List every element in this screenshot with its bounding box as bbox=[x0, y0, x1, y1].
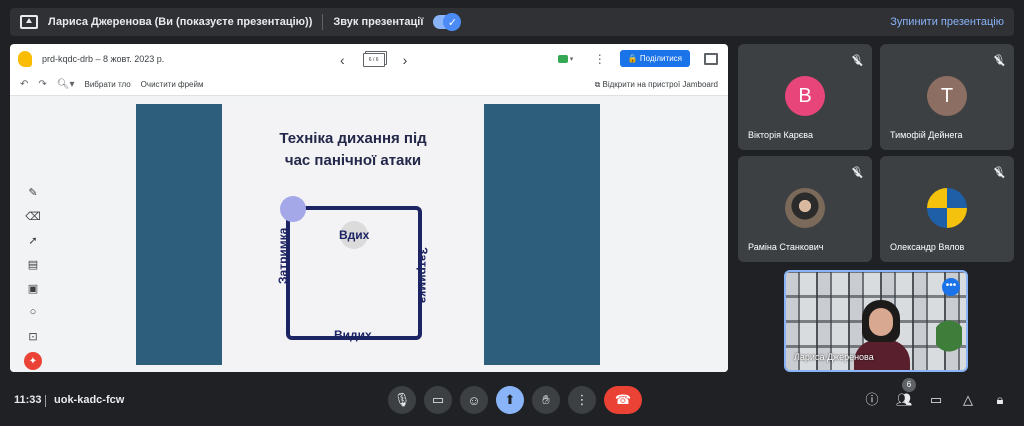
person-face bbox=[869, 308, 893, 336]
mic-off-icon: 🎙︎ bbox=[992, 167, 1006, 178]
plant-decoration bbox=[936, 312, 962, 370]
jamboard-logo-icon bbox=[18, 51, 32, 67]
slide-title: Техніка дихання під час панічної атаки bbox=[222, 128, 484, 172]
sticky-note-icon[interactable]: ▤ bbox=[25, 256, 41, 272]
participant-name: Вікторія Карєва bbox=[748, 130, 813, 140]
open-on-jamboard-button[interactable]: ⧉ Відкрити на пристрої Jamboard bbox=[595, 80, 718, 90]
meeting-controls-bar: 11:33 uok-kadc-fcw 🎙︎ ▭ ☺ ⬆ ✋︎ ⋮ ☎ 6 ⓘ 👥… bbox=[0, 378, 1024, 426]
self-name: Лариса Джеренова bbox=[794, 352, 874, 362]
text-box-icon[interactable]: ⊡ bbox=[25, 328, 41, 344]
mic-off-icon: 🎙︎ bbox=[850, 167, 864, 178]
side-panel-controls: ⓘ 👥︎ ▭ △ 🔒︎ bbox=[864, 392, 1008, 408]
undo-icon[interactable]: ↶ bbox=[20, 79, 28, 90]
avatar-photo bbox=[785, 188, 825, 228]
participant-tile[interactable]: 🎙︎ Раміна Станкович bbox=[738, 156, 872, 262]
open-on-jamboard-label: Відкрити на пристрої Jamboard bbox=[602, 79, 718, 89]
meeting-code: uok-kadc-fcw bbox=[54, 394, 125, 406]
stop-presenting-button[interactable]: Зупинити презентацію bbox=[890, 16, 1004, 28]
mic-off-icon: 🎙︎ bbox=[992, 55, 1006, 66]
previous-frame-chevron-icon[interactable]: ‹ bbox=[340, 52, 345, 68]
mic-off-icon: 🎙︎ bbox=[850, 55, 864, 66]
jamboard-frame: Техніка дихання під час панічної атаки В… bbox=[136, 104, 600, 365]
presenting-title: Лариса Джеренова (Ви (показуєте презента… bbox=[48, 16, 313, 28]
slide-title-line2: час панічної атаки bbox=[284, 152, 422, 169]
label-inhale: Вдих bbox=[339, 228, 370, 242]
pen-icon[interactable]: ✎ bbox=[25, 184, 41, 200]
redo-icon[interactable]: ↷ bbox=[38, 79, 46, 90]
board-frames-icon[interactable] bbox=[704, 52, 718, 65]
presentation-sound-label: Звук презентації bbox=[333, 16, 424, 28]
laser-icon[interactable]: ✦ bbox=[24, 352, 42, 370]
participant-name: Олександр Вялов bbox=[890, 242, 965, 252]
meet-present-chip[interactable]: ▾ bbox=[557, 52, 580, 66]
frame-navigation: ‹ 6 / 6 › bbox=[340, 52, 407, 68]
next-frame-chevron-icon[interactable]: › bbox=[403, 52, 408, 68]
participant-tile[interactable]: 🎙︎ В Вікторія Карєва bbox=[738, 44, 872, 150]
people-icon[interactable]: 👥︎ bbox=[896, 392, 913, 408]
clock: 11:33 bbox=[14, 394, 42, 406]
check-icon: ✓ bbox=[443, 13, 462, 31]
avatar: В bbox=[785, 76, 825, 116]
avatar-photo bbox=[927, 188, 967, 228]
participant-tile[interactable]: 🎙︎ Олександр Вялов bbox=[880, 156, 1014, 262]
participant-tile[interactable]: 🎙︎ Т Тимофій Дейнега bbox=[880, 44, 1014, 150]
frame-indicator[interactable]: 6 / 6 bbox=[362, 53, 385, 67]
clear-frame-button[interactable]: Очистити фрейм bbox=[141, 80, 204, 89]
slide-sheet: Техніка дихання під час панічної атаки В… bbox=[222, 104, 484, 365]
jamboard-toolbar: ↶ ↷ 🔍︎▾ Вибрати тло Очистити фрейм ⧉ Від… bbox=[10, 74, 728, 96]
divider bbox=[45, 395, 46, 407]
raise-hand-button[interactable]: ✋︎ bbox=[532, 386, 560, 414]
breathing-marker-dot bbox=[280, 196, 306, 222]
image-icon[interactable]: ▣ bbox=[25, 280, 41, 296]
avatar: Т bbox=[927, 76, 967, 116]
jamboard-canvas[interactable]: ✎ ⌫ ➚ ▤ ▣ ○ ⊡ ✦ Техніка дихання під час … bbox=[10, 96, 728, 372]
shared-jamboard: prd-kqdc-drb – 8 жовт. 2023 р. ‹ 6 / 6 ›… bbox=[10, 44, 728, 372]
document-title[interactable]: prd-kqdc-drb – 8 жовт. 2023 р. bbox=[42, 54, 164, 64]
slide-title-line1: Техніка дихання під bbox=[279, 130, 427, 147]
select-icon[interactable]: ➚ bbox=[25, 232, 41, 248]
set-background-button[interactable]: Вибрати тло bbox=[85, 80, 131, 89]
presentation-sound-toggle[interactable]: ✓ bbox=[433, 13, 462, 31]
more-options-icon[interactable]: ••• bbox=[942, 278, 960, 296]
presenting-bar: Лариса Джеренова (Ви (показуєте презента… bbox=[10, 8, 1014, 36]
host-controls-icon[interactable]: 🔒︎ bbox=[992, 392, 1008, 408]
jamboard-header-actions: ▾ ⋮ 🔒 Поділитися bbox=[557, 50, 718, 67]
label-exhale: Видих bbox=[334, 328, 372, 342]
activities-icon[interactable]: △ bbox=[960, 392, 976, 408]
more-options-button[interactable]: ⋮ bbox=[568, 386, 596, 414]
drawing-tools: ✎ ⌫ ➚ ▤ ▣ ○ ⊡ ✦ bbox=[18, 184, 48, 370]
participant-name: Тимофій Дейнега bbox=[890, 130, 963, 140]
divider bbox=[322, 14, 324, 30]
meet-camera-icon bbox=[557, 54, 568, 63]
chat-icon[interactable]: ▭ bbox=[928, 392, 944, 408]
participant-name: Раміна Станкович bbox=[748, 242, 824, 252]
zoom-icon[interactable]: 🔍︎▾ bbox=[57, 79, 75, 90]
circle-shape-icon[interactable]: ○ bbox=[25, 304, 41, 320]
microphone-button[interactable]: 🎙︎ bbox=[388, 386, 416, 414]
participants-count-badge: 6 bbox=[902, 378, 916, 392]
camera-button[interactable]: ▭ bbox=[424, 386, 452, 414]
share-button[interactable]: 🔒 Поділитися bbox=[619, 50, 690, 67]
meeting-info-icon[interactable]: ⓘ bbox=[864, 392, 880, 408]
self-view-tile[interactable]: ••• Лариса Джеренова bbox=[784, 270, 968, 372]
label-hold-left: Затримка bbox=[276, 227, 290, 284]
eraser-icon[interactable]: ⌫ bbox=[25, 208, 41, 224]
label-hold-right: Затримка bbox=[416, 247, 430, 304]
present-now-button[interactable]: ⬆ bbox=[496, 386, 524, 414]
emoji-reaction-button[interactable]: ☺ bbox=[460, 386, 488, 414]
more-options-icon[interactable]: ⋮ bbox=[594, 52, 606, 66]
call-controls: 🎙︎ ▭ ☺ ⬆ ✋︎ ⋮ ☎ bbox=[388, 386, 642, 414]
present-screen-icon bbox=[20, 15, 38, 29]
leave-call-button[interactable]: ☎ bbox=[604, 386, 642, 414]
share-button-label: Поділитися bbox=[639, 54, 682, 63]
